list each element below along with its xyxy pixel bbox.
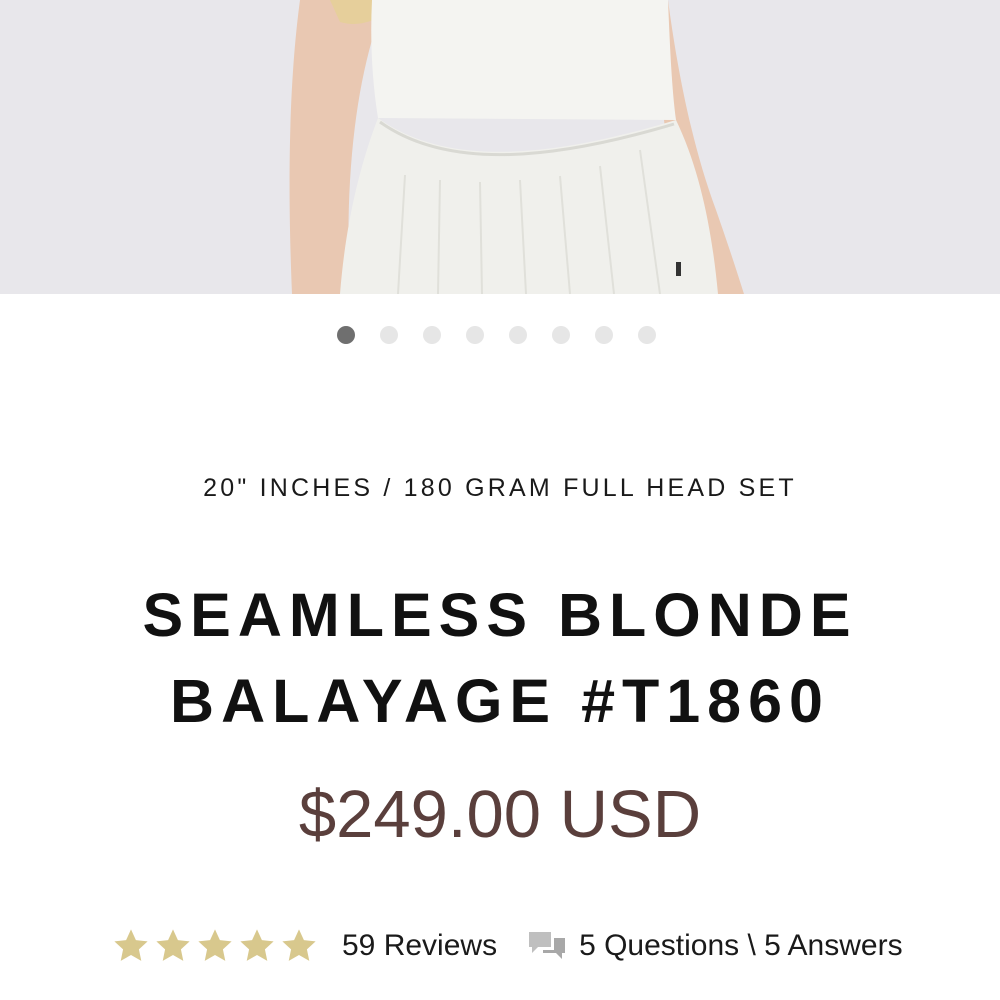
carousel-dot-3[interactable]: [422, 326, 441, 344]
rating-bar: 59 Reviews 5 Questions \ 5 Answers: [112, 918, 903, 974]
carousel-dot-1[interactable]: [336, 326, 355, 344]
star-rating[interactable]: [112, 927, 322, 965]
star-icon: [198, 929, 232, 961]
reviews-link[interactable]: 59 Reviews: [342, 929, 497, 963]
product-title-line-2: BALAYAGE #T1860: [170, 667, 830, 735]
questions-answers-label: 5 Questions \ 5 Answers: [579, 929, 903, 962]
carousel-dot-2[interactable]: [379, 326, 398, 344]
carousel-dot-6[interactable]: [551, 326, 570, 344]
star-icon: [156, 929, 190, 961]
star-icon: [240, 929, 274, 961]
carousel-dot-group: [324, 326, 668, 344]
star-icon: [282, 929, 316, 961]
product-image[interactable]: [0, 0, 1000, 294]
product-title: SEAMLESS BLONDE BALAYAGE #T1860: [0, 572, 1000, 744]
carousel-dot-4[interactable]: [465, 326, 484, 344]
star-icon: [114, 929, 148, 961]
product-photo: [0, 0, 1000, 294]
carousel-dots: [0, 326, 1000, 344]
product-subtitle: 20" INCHES / 180 GRAM FULL HEAD SET: [203, 474, 797, 502]
carousel-dot-7[interactable]: [594, 326, 613, 344]
chat-bubbles-icon: [529, 932, 566, 959]
carousel-dot-8[interactable]: [637, 326, 656, 344]
product-price: $249.00 USD: [298, 777, 702, 852]
carousel-dot-5[interactable]: [508, 326, 527, 344]
questions-link[interactable]: 5 Questions \ 5 Answers: [527, 929, 903, 963]
product-title-line-1: SEAMLESS BLONDE: [142, 581, 858, 649]
product-page: 20" INCHES / 180 GRAM FULL HEAD SET SEAM…: [0, 0, 1000, 1000]
